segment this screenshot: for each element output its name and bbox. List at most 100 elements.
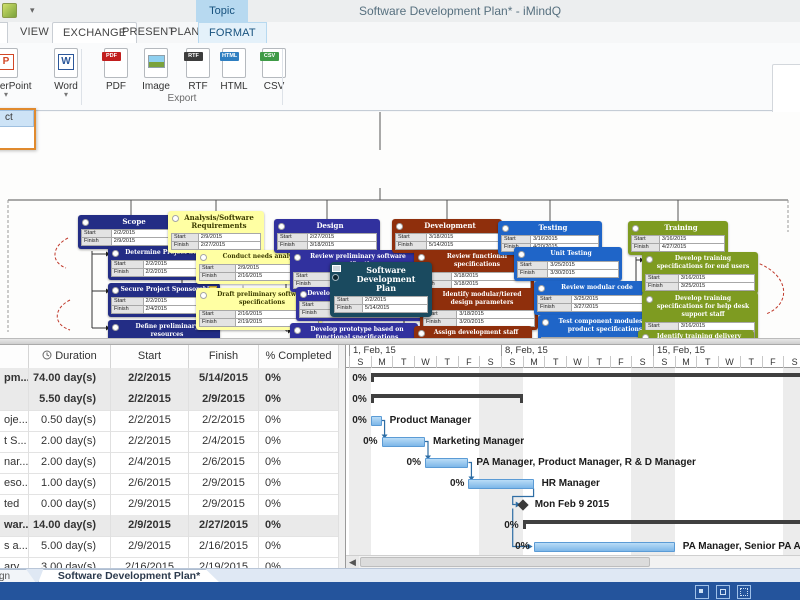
export-group-label: Export xyxy=(167,93,197,104)
cell-duration: 74.00 day(s) xyxy=(29,368,111,389)
bar-label: Product Manager xyxy=(389,414,472,426)
map-node[interactable]: Develop training specifications for end … xyxy=(642,252,758,294)
topic-bullet-icon xyxy=(538,285,545,292)
cell-name: ary... xyxy=(0,557,29,568)
task-bar[interactable] xyxy=(381,436,425,447)
cell-start: 2/9/2015 xyxy=(111,515,189,536)
contextual-tab-group-label: Topic xyxy=(196,0,248,22)
map-node-root[interactable]: Software Development Plan Start 2/2/2015 … xyxy=(330,262,432,317)
quick-access-caret-icon[interactable]: ▾ xyxy=(30,5,35,16)
task-row[interactable]: pm... 74.00 day(s) 2/2/2015 5/14/2015 0% xyxy=(0,368,339,390)
cell-name: nar... xyxy=(0,452,29,473)
bar-label: PA Manager, Product Manager, R & D Manag… xyxy=(476,456,696,468)
task-row[interactable]: war... 14.00 day(s) 2/9/2015 2/27/2015 0% xyxy=(0,515,339,537)
column-name[interactable] xyxy=(0,345,29,368)
topic-bullet-icon xyxy=(518,251,525,258)
tab-format[interactable]: FORMAT xyxy=(198,22,267,44)
cell-start: 2/2/2015 xyxy=(111,410,189,431)
cell-name: oje... xyxy=(0,410,29,431)
cell-completed: 0% xyxy=(259,452,339,473)
topic-bullet-icon xyxy=(200,254,207,261)
cell-start: 2/9/2015 xyxy=(111,494,189,515)
fit-page-icon[interactable] xyxy=(695,585,709,599)
topic-bullet-icon xyxy=(418,330,425,337)
cell-completed: 0% xyxy=(259,515,339,536)
export-powerpoint-button[interactable]: PPowerPoint▾ xyxy=(0,48,36,99)
task-row[interactable]: s a... 5.00 day(s) 2/9/2015 2/16/2015 0% xyxy=(0,536,339,558)
cell-completed: 0% xyxy=(259,536,339,557)
ribbon-tab-clipped[interactable] xyxy=(0,22,8,44)
map-node[interactable]: Identify modular/tiered design parameter… xyxy=(420,288,538,330)
map-node[interactable]: Identify training delivery methodologySt… xyxy=(638,330,754,338)
topic-bullet-icon xyxy=(112,250,119,257)
task-row[interactable]: 5.50 day(s) 2/2/2015 2/9/2015 0% xyxy=(0,389,339,411)
task-bar[interactable] xyxy=(370,415,382,426)
percent-label: 0% xyxy=(515,540,530,552)
topic-bullet-icon xyxy=(112,324,119,331)
task-row[interactable]: t S... 2.00 day(s) 2/2/2015 2/4/2015 0% xyxy=(0,431,339,453)
map-node-title: Software Development Plan xyxy=(356,265,416,293)
task-row[interactable]: oje... 0.50 day(s) 2/2/2015 2/2/2015 0% xyxy=(0,410,339,432)
dropdown-caret-icon[interactable]: ▾ xyxy=(0,91,36,99)
map-node[interactable]: Design Start 2/27/2015 Finish 3/18/2015 xyxy=(274,219,380,253)
gantt-task-table[interactable]: Duration Start Finish% Completed pm... 74.00… xyxy=(0,345,340,568)
cell-start: 2/4/2015 xyxy=(111,452,189,473)
map-node[interactable]: Development Start 3/18/2015 Finish 5/14/2015 xyxy=(392,219,502,253)
cell-duration: 3.00 day(s) xyxy=(29,557,111,568)
cell-finish: 2/27/2015 xyxy=(189,515,259,536)
dropdown-caret-icon[interactable]: ▾ xyxy=(36,91,96,99)
task-bar[interactable] xyxy=(533,541,675,552)
cell-finish: 5/14/2015 xyxy=(189,368,259,389)
percent-label: 0% xyxy=(406,456,421,468)
cell-finish: 2/6/2015 xyxy=(189,452,259,473)
cell-duration: 2.00 day(s) xyxy=(29,431,111,452)
fit-selection-icon[interactable] xyxy=(716,585,730,599)
cell-duration: 5.50 day(s) xyxy=(29,389,111,410)
column-duration[interactable]: Duration xyxy=(29,345,111,368)
fullscreen-icon[interactable] xyxy=(737,585,751,599)
task-row[interactable]: nar... 2.00 day(s) 2/4/2015 2/6/2015 0% xyxy=(0,452,339,474)
cell-duration: 1.00 day(s) xyxy=(29,473,111,494)
topic-bullet-icon xyxy=(200,292,207,299)
status-bar xyxy=(0,582,800,600)
gantt-timeline[interactable]: 1, Feb, 158, Feb, 1515, Feb, 1522, SMTWT… xyxy=(345,345,800,568)
task-row[interactable]: eso... 1.00 day(s) 2/6/2015 2/9/2015 0% xyxy=(0,473,339,495)
column-completed[interactable]: % Completed xyxy=(259,345,339,368)
map-node[interactable]: Review modular code Start 3/25/2015 Finish 3… xyxy=(534,281,654,315)
bar-label: HR Manager xyxy=(541,477,600,489)
cell-name: s a... xyxy=(0,536,29,557)
task-bar[interactable] xyxy=(425,457,469,468)
document-tab-active[interactable]: Software Development Plan* xyxy=(38,569,220,583)
map-gantt-splitter[interactable] xyxy=(0,338,800,345)
task-row[interactable]: ted 0.00 day(s) 2/9/2015 2/9/2015 0% xyxy=(0,494,339,516)
map-node[interactable]: Analysis/Software Requirements Start 2/9/2… xyxy=(168,211,264,253)
mindmap-canvas[interactable]: Software Development Plan Start 2/2/2015 … xyxy=(0,112,800,338)
cell-start: 2/6/2015 xyxy=(111,473,189,494)
quick-access-icon[interactable] xyxy=(2,3,17,18)
cell-completed: 0% xyxy=(259,431,339,452)
summary-bar[interactable] xyxy=(370,393,523,403)
task-row[interactable]: ary... 3.00 day(s) 2/16/2015 2/19/2015 0% xyxy=(0,557,339,568)
cell-name: pm... xyxy=(0,368,29,389)
export-dropdown-popup[interactable]: ct xyxy=(0,108,36,150)
document-tab-background[interactable]: gn xyxy=(0,569,36,583)
task-bar[interactable] xyxy=(468,478,534,489)
cell-name: war... xyxy=(0,515,29,536)
ribbon-body: PPowerPoint▾WWord▾PDFPDFImageRTFRTFHTMLH… xyxy=(0,43,800,120)
column-start[interactable]: Start xyxy=(111,345,189,368)
cell-finish: 2/9/2015 xyxy=(189,473,259,494)
topic-bullet-icon xyxy=(646,256,653,263)
map-node[interactable]: Unit Testing Start 3/25/2015 Finish 3/30/201… xyxy=(514,247,622,281)
topic-bullet-icon xyxy=(502,225,509,232)
summary-bar[interactable] xyxy=(522,519,800,529)
export-csv-button[interactable]: CSV CSV xyxy=(244,48,304,92)
map-node[interactable]: Develop prototype based on functional sp… xyxy=(290,323,418,338)
map-node[interactable]: Training Start 3/16/2015 Finish 4/27/2015 xyxy=(628,221,728,255)
topic-bullet-icon xyxy=(300,291,307,298)
popup-menu-item[interactable]: ct xyxy=(0,110,34,127)
cell-duration: 14.00 day(s) xyxy=(29,515,111,536)
summary-bar[interactable] xyxy=(370,372,800,382)
map-node[interactable]: Assign development staffStart3/20/2015Fi… xyxy=(414,326,532,338)
column-finish[interactable]: Finish xyxy=(189,345,259,368)
ribbon-separator xyxy=(81,49,82,105)
